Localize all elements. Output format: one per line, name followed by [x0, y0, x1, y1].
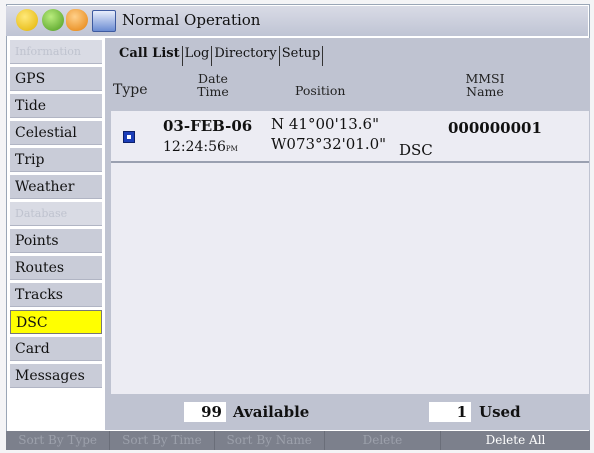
call-date: 03-FEB-06 [163, 117, 253, 135]
capacity-footer: 99 Available 1 Used [111, 400, 589, 426]
sidebar-header-database: Database [10, 202, 102, 226]
sidebar-item-tide[interactable]: Tide [10, 94, 102, 118]
sidebar-item-trip[interactable]: Trip [10, 148, 102, 172]
available-count: 99 [184, 402, 226, 422]
sidebar: Information GPS Tide Celestial Trip Weat… [10, 40, 102, 391]
sidebar-item-card[interactable]: Card [10, 337, 102, 361]
tab-setup[interactable]: Setup [280, 46, 324, 66]
sort-by-name-button[interactable]: Sort By Name [215, 431, 325, 450]
call-time-value: 12:24:56 [163, 139, 226, 155]
sidebar-item-messages[interactable]: Messages [10, 364, 102, 388]
call-source: DSC [399, 141, 433, 159]
column-header-time: Time [197, 84, 229, 99]
delete-all-button[interactable]: Delete All [441, 431, 590, 450]
call-mmsi: 000000001 [448, 119, 542, 137]
sidebar-item-gps[interactable]: GPS [10, 67, 102, 91]
call-time: 12:24:56PM [163, 139, 238, 155]
column-header-date-time: Date Time [183, 72, 243, 98]
softkey-bar: Sort By Type Sort By Time Sort By Name D… [6, 431, 590, 450]
battery-icon [66, 9, 88, 31]
tab-log[interactable]: Log [183, 46, 213, 66]
satellite-status-icon [16, 9, 38, 31]
column-header-position: Position [295, 83, 346, 98]
sidebar-item-routes[interactable]: Routes [10, 256, 102, 280]
sidebar-item-dsc[interactable]: DSC [10, 310, 102, 334]
used-count: 1 [429, 402, 471, 422]
sidebar-item-weather[interactable]: Weather [10, 175, 102, 199]
call-latitude: N 41°00'13.6" [271, 115, 379, 133]
call-row[interactable]: 03-FEB-06 12:24:56PM N 41°00'13.6" W073°… [111, 115, 589, 163]
gps-fix-icon [42, 9, 64, 31]
tab-call-list[interactable]: Call List [117, 46, 183, 66]
available-label: Available [233, 403, 310, 421]
sidebar-item-tracks[interactable]: Tracks [10, 283, 102, 307]
window-title: Normal Operation [122, 11, 261, 29]
call-longitude: W073°32'01.0" [271, 135, 387, 153]
call-list: 03-FEB-06 12:24:56PM N 41°00'13.6" W073°… [111, 111, 589, 394]
tab-bar: Call List Log Directory Setup [117, 46, 324, 66]
sort-by-time-button[interactable]: Sort By Time [110, 431, 215, 450]
main-panel: Call List Log Directory Setup Type Date … [105, 38, 590, 430]
sidebar-item-points[interactable]: Points [10, 229, 102, 253]
title-bar: Normal Operation [6, 6, 588, 36]
column-header-name: Name [466, 84, 504, 99]
column-header-mmsi-name: MMSI Name [450, 72, 520, 98]
sort-by-type-button[interactable]: Sort By Type [6, 431, 111, 450]
sidebar-item-celestial[interactable]: Celestial [10, 121, 102, 145]
sidebar-header-information: Information [10, 40, 102, 64]
delete-button[interactable]: Delete [325, 431, 442, 450]
tab-directory[interactable]: Directory [212, 46, 280, 66]
column-header-type: Type [113, 82, 148, 98]
used-label: Used [479, 403, 521, 421]
dsc-call-icon [123, 131, 135, 143]
call-ampm: PM [225, 145, 238, 153]
mode-icon [92, 10, 116, 32]
